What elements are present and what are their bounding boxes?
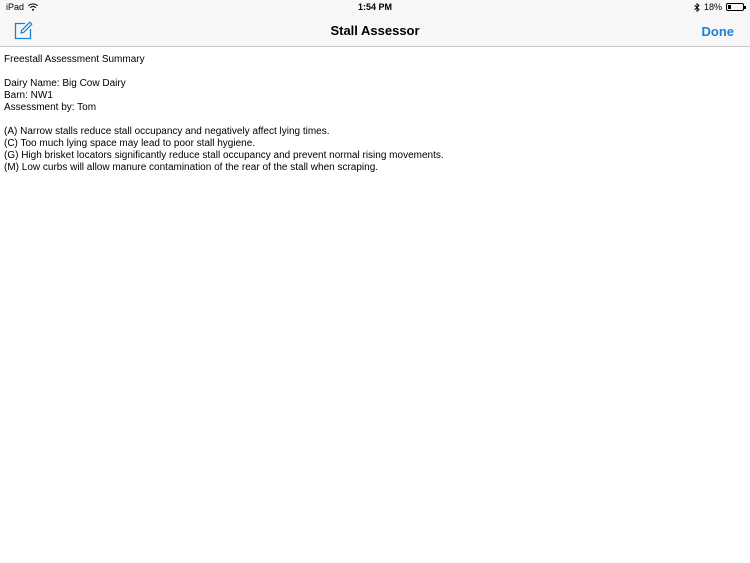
status-bar: iPad 1:54 PM 18% [0, 0, 750, 16]
done-button[interactable]: Done [702, 24, 735, 39]
status-time: 1:54 PM [357, 2, 392, 12]
summary-content: Freestall Assessment Summary Dairy Name:… [4, 54, 744, 174]
assessor-name: Assessment by: Tom [4, 102, 97, 113]
dairy-name: Dairy Name: Big Cow Dairy [4, 78, 126, 89]
page-title: Stall Assessor [330, 23, 420, 38]
finding-item: (C) Too much lying space may lead to poo… [4, 138, 256, 149]
summary-heading: Freestall Assessment Summary [4, 54, 145, 65]
battery-percent: 18% [703, 2, 722, 12]
finding-item: (M) Low curbs will allow manure contamin… [4, 162, 379, 173]
finding-item: (A) Narrow stalls reduce stall occupancy… [4, 126, 330, 137]
status-right: 18% [694, 2, 746, 12]
battery-icon [726, 3, 746, 11]
battery-level [728, 5, 731, 9]
battery-tip [744, 6, 746, 9]
navigation-bar: Stall Assessor Done [0, 16, 750, 47]
bluetooth-icon [694, 2, 700, 12]
finding-item: (G) High brisket locators significantly … [4, 150, 444, 161]
barn-name: Barn: NW1 [4, 90, 53, 101]
